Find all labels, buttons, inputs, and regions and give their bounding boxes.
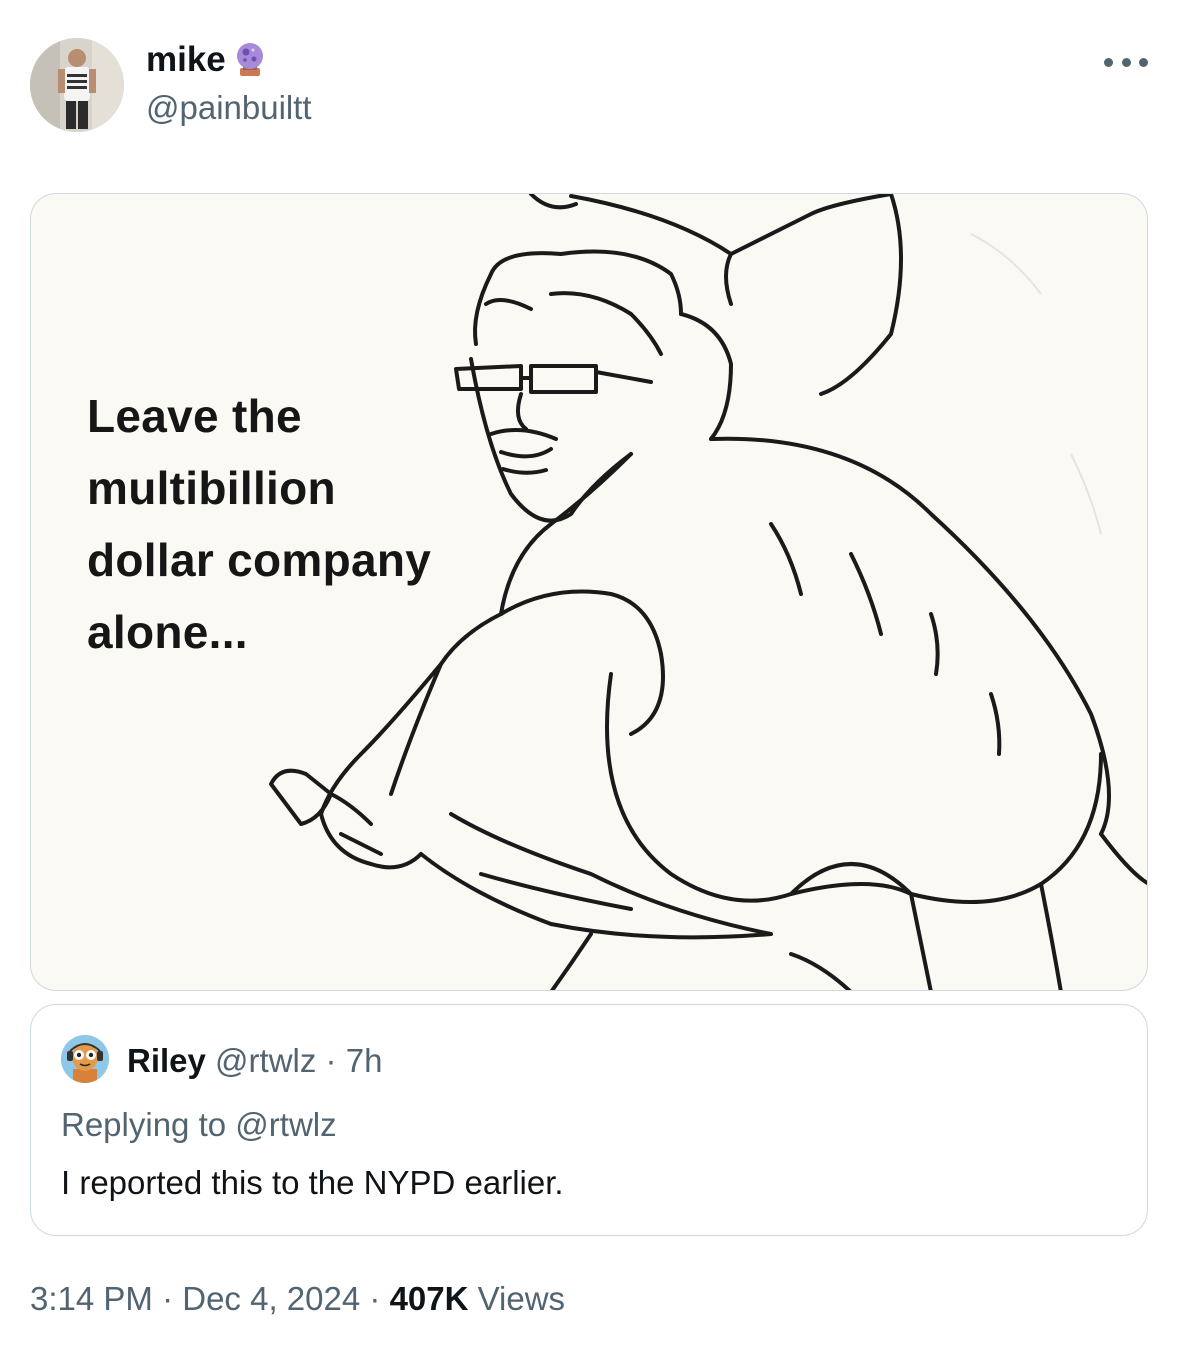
tweet-media-image[interactable]: Leave the multibillion dollar company al… [30,193,1148,991]
views-count[interactable]: 407K [390,1280,469,1317]
replying-to-handle[interactable]: @rtwlz [235,1106,336,1143]
replying-to-label: Replying to [61,1106,227,1143]
crystal-ball-icon [236,43,263,76]
author-display-name[interactable]: mike [146,40,226,80]
separator-dot: · [325,1042,337,1079]
more-options-icon[interactable] [1104,48,1148,76]
separator-dot: · [162,1280,174,1317]
tweet: mike @painbuiltt Leave the multibillion … [0,0,1182,1354]
author-name-row[interactable]: mike [146,40,270,80]
tweet-time[interactable]: 3:14 PM [30,1280,153,1317]
quoted-tweet-header: Riley @rtwlz · 7h [127,1041,382,1081]
author-handle[interactable]: @painbuiltt [146,88,312,128]
meme-caption-line: Leave the [87,390,302,442]
quoted-tweet-time[interactable]: 7h [346,1042,383,1079]
replying-to-line: Replying to @rtwlz [61,1105,337,1145]
meme-caption-line: alone... [87,606,248,658]
quoted-author-avatar[interactable] [61,1035,109,1083]
quoted-tweet-card[interactable]: Riley @rtwlz · 7h Replying to @rtwlz I r… [30,1004,1148,1236]
quoted-author-name[interactable]: Riley [127,1042,206,1079]
meme-caption: Leave the multibillion dollar company al… [87,380,431,668]
meme-caption-line: multibillion [87,462,336,514]
tweet-date[interactable]: Dec 4, 2024 [182,1280,360,1317]
tweet-meta-footer: 3:14 PM · Dec 4, 2024 · 407K Views [30,1278,565,1320]
separator-dot: · [369,1280,381,1317]
quoted-author-handle[interactable]: @rtwlz [215,1042,316,1079]
views-label: Views [477,1280,566,1317]
meme-caption-line: dollar company [87,534,432,586]
quoted-tweet-text: I reported this to the NYPD earlier. [61,1164,564,1201]
author-avatar[interactable] [30,38,124,132]
